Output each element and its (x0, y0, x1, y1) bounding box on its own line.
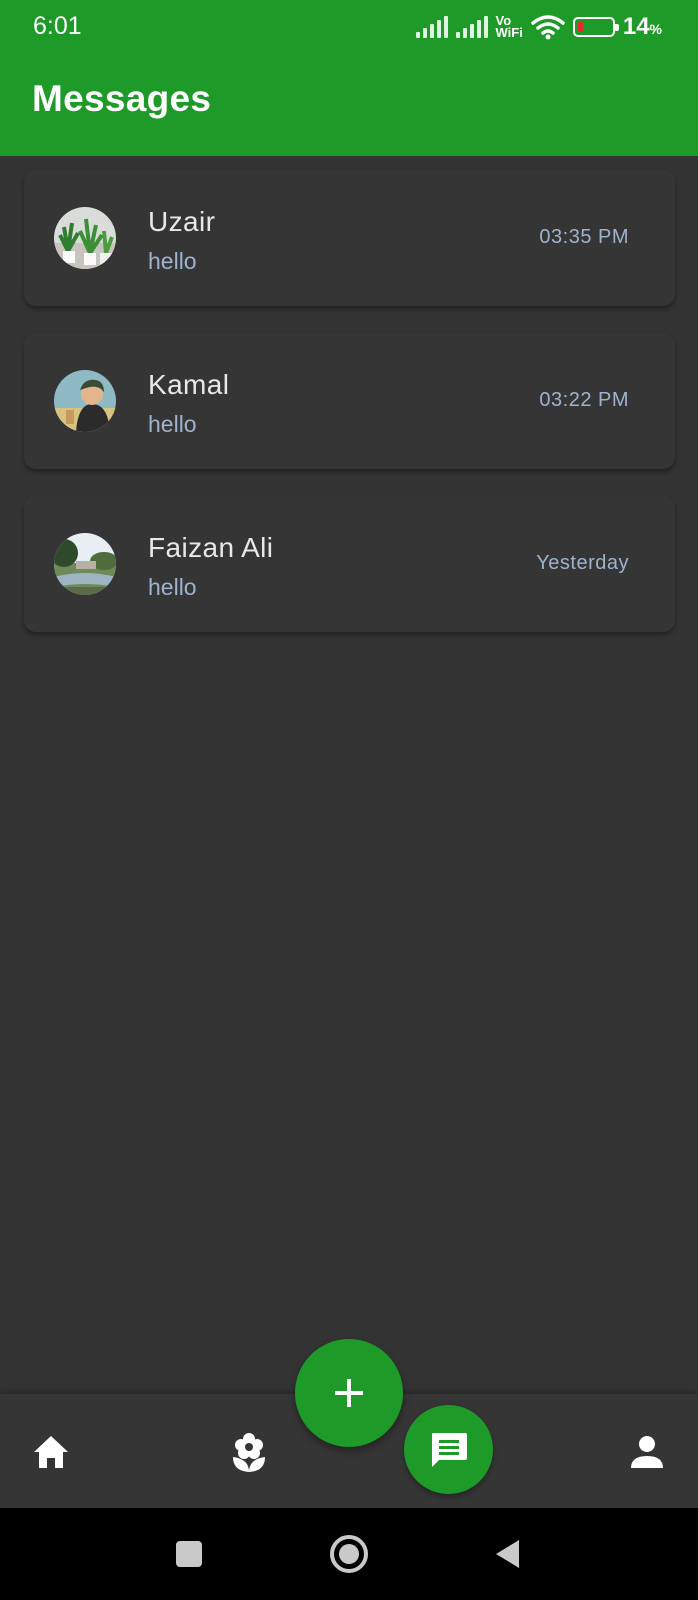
signal-icon (415, 16, 448, 38)
contact-name: Kamal (148, 369, 230, 400)
conversation-item[interactable]: Uzair hello 03:35 PM (24, 170, 675, 306)
nav-messages-button[interactable] (404, 1405, 493, 1494)
status-icons: Vo WiFi 14% (415, 10, 662, 44)
person-icon[interactable] (627, 1432, 667, 1472)
message-preview: hello (148, 248, 197, 274)
message-preview: hello (148, 411, 197, 437)
signal-icon-2 (455, 16, 488, 38)
message-time: Yesterday (536, 552, 629, 574)
contact-name: Faizan Ali (148, 532, 274, 563)
status-time: 6:01 (33, 12, 82, 40)
system-navigation-bar (0, 1508, 698, 1600)
add-fab-button[interactable] (295, 1339, 403, 1447)
app-bar: 6:01 Vo WiFi 14% Messages (0, 0, 698, 156)
square-icon[interactable] (159, 1508, 219, 1600)
conversation-list: Uzair hello 03:35 PM Kamal hello 03:22 P… (24, 170, 675, 659)
conversation-item[interactable]: Faizan Ali hello Yesterday (24, 496, 675, 632)
battery-percent-unit: % (649, 21, 662, 37)
message-preview: hello (148, 574, 197, 600)
cartoon-person-avatar (54, 370, 116, 432)
plants-photo-avatar (54, 207, 116, 269)
plus-icon (335, 1379, 363, 1407)
conversation-item[interactable]: Kamal hello 03:22 PM (24, 333, 675, 469)
home-icon[interactable] (31, 1432, 71, 1472)
contact-name: Uzair (148, 206, 216, 237)
message-time: 03:22 PM (539, 389, 629, 411)
vowifi-icon: Vo WiFi (495, 14, 523, 40)
page-title: Messages (32, 78, 212, 119)
wifi-icon (531, 15, 565, 40)
flower-icon[interactable] (229, 1432, 269, 1472)
battery-percent: 14% (623, 13, 662, 41)
landscape-photo-avatar (54, 533, 116, 595)
battery-percent-value: 14 (622, 13, 650, 40)
chat-icon (431, 1432, 467, 1467)
circle-icon[interactable] (319, 1508, 379, 1600)
messages-screen: 6:01 Vo WiFi 14% Messages Uzair hello 03… (0, 0, 698, 1600)
message-time: 03:35 PM (539, 226, 629, 248)
back-triangle-icon[interactable] (477, 1508, 537, 1600)
vowifi-line2: WiFi (495, 25, 523, 40)
battery-icon (572, 17, 619, 37)
